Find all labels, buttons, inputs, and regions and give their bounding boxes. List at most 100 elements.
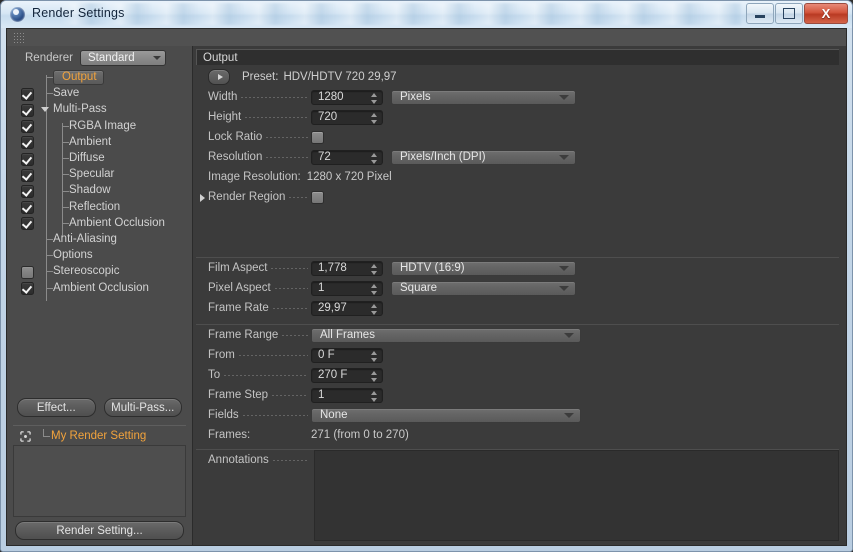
height-stepper[interactable] xyxy=(371,112,378,124)
from-stepper[interactable] xyxy=(371,350,378,362)
render-region-checkbox[interactable] xyxy=(311,190,324,204)
leader-dots xyxy=(237,354,308,356)
tree-item-checkbox[interactable] xyxy=(21,282,34,296)
pixel-aspect-input[interactable]: 1 xyxy=(311,280,383,296)
sidebar-item-save[interactable]: Save xyxy=(7,85,192,101)
output-group-resolution: Preset: HDV/HDTV 720 29,97 Width 1280 Pi… xyxy=(196,67,839,213)
frame-step-input[interactable]: 1 xyxy=(311,387,383,403)
chevron-down-icon xyxy=(559,94,569,100)
sidebar-item-anti-aliasing[interactable]: Anti-Aliasing xyxy=(7,231,192,247)
minimize-button[interactable] xyxy=(746,3,774,24)
tree-item-checkbox[interactable] xyxy=(21,217,34,231)
maximize-button[interactable] xyxy=(775,3,803,24)
panel-header: Output xyxy=(196,49,839,65)
width-unit-dropdown[interactable]: Pixels xyxy=(391,89,576,105)
resolution-unit-value: Pixels/Inch (DPI) xyxy=(400,151,486,163)
tree-item-checkbox[interactable] xyxy=(21,103,34,117)
sidebar-item-specular[interactable]: Specular xyxy=(7,166,192,182)
height-input[interactable]: 720 xyxy=(311,109,383,125)
tree-line-tick xyxy=(46,77,53,79)
resolution-stepper[interactable] xyxy=(371,152,378,164)
sidebar-item-label: Reflection xyxy=(69,200,121,213)
tree-item-checkbox[interactable] xyxy=(21,265,34,279)
sidebar-item-ambient-occlusion[interactable]: Ambient Occlusion xyxy=(7,215,192,231)
sidebar-item-stereoscopic[interactable]: Stereoscopic xyxy=(7,263,192,279)
sidebar-item-diffuse[interactable]: Diffuse xyxy=(7,150,192,166)
renderer-label: Renderer xyxy=(25,51,73,64)
frame-range-dropdown[interactable]: All Frames xyxy=(311,327,581,343)
to-input[interactable]: 270 F xyxy=(311,367,383,383)
renderer-dropdown[interactable]: Standard xyxy=(79,49,166,66)
tree-line-tick xyxy=(62,125,69,127)
expand-triangle-icon[interactable] xyxy=(200,194,205,202)
pixel-aspect-preset-dropdown[interactable]: Square xyxy=(391,280,576,296)
sidebar-item-reflection[interactable]: Reflection xyxy=(7,199,192,215)
render-settings-window: Render Settings X Renderer Standard Outp… xyxy=(0,0,853,552)
render-setting-button[interactable]: Render Setting... xyxy=(15,521,184,540)
pixel-aspect-stepper[interactable] xyxy=(371,283,378,295)
sidebar-item-output[interactable]: Output xyxy=(7,69,192,85)
width-input[interactable]: 1280 xyxy=(311,89,383,105)
sidebar-item-shadow[interactable]: Shadow xyxy=(7,182,192,198)
sidebar-item-rgba-image[interactable]: RGBA Image xyxy=(7,118,192,134)
preset-arrow-button[interactable] xyxy=(208,69,230,85)
resolution-unit-dropdown[interactable]: Pixels/Inch (DPI) xyxy=(391,149,576,165)
tree-item-checkbox[interactable] xyxy=(21,201,34,215)
width-stepper[interactable] xyxy=(371,92,378,104)
tree-line-tick xyxy=(62,141,69,143)
annotations-textarea[interactable] xyxy=(314,450,839,541)
tree-line-tick xyxy=(43,436,50,437)
tree-item-checkbox[interactable] xyxy=(21,87,34,101)
tree-item-checkbox[interactable] xyxy=(21,168,34,182)
multipass-button[interactable]: Multi-Pass... xyxy=(103,398,182,417)
effect-button[interactable]: Effect... xyxy=(17,398,96,417)
lock-ratio-label-wrap: Lock Ratio xyxy=(196,131,311,143)
pixel-aspect-label-wrap: Pixel Aspect xyxy=(196,282,311,294)
frame-rate-stepper[interactable] xyxy=(371,303,378,315)
to-stepper[interactable] xyxy=(371,370,378,382)
fields-dropdown[interactable]: None xyxy=(311,407,581,423)
disclosure-triangle-icon[interactable] xyxy=(41,107,49,113)
frame-rate-input[interactable]: 29,97 xyxy=(311,300,383,316)
film-aspect-stepper[interactable] xyxy=(371,263,378,275)
drag-grip-icon[interactable] xyxy=(13,32,26,43)
sidebar-item-options[interactable]: Options xyxy=(7,247,192,263)
leader-dots xyxy=(265,156,308,158)
width-value: 1280 xyxy=(318,91,344,103)
resolution-label-wrap: Resolution xyxy=(196,151,311,163)
chevron-down-icon xyxy=(564,332,574,338)
sidebar-item-ambient[interactable]: Ambient xyxy=(7,134,192,150)
from-input[interactable]: 0 F xyxy=(311,347,383,363)
resolution-value: 72 xyxy=(318,151,331,163)
pixel-aspect-preset-value: Square xyxy=(400,282,438,294)
settings-tree: Output Save Multi-Pass RGBA Image Ambient Dif… xyxy=(7,69,192,335)
tree-item-checkbox[interactable] xyxy=(21,120,34,134)
image-resolution-value: 1280 x 720 Pixel xyxy=(306,171,392,183)
sidebar-item-ambient-occlusion[interactable]: Ambient Occlusion xyxy=(7,279,192,296)
film-aspect-preset-dropdown[interactable]: HDTV (16:9) xyxy=(391,260,576,276)
sidebar-item-label: Ambient xyxy=(69,135,112,148)
titlebar-sheen xyxy=(61,3,741,25)
tree-item-checkbox[interactable] xyxy=(21,136,34,150)
film-aspect-row: Film Aspect 1,778 HDTV (16:9) xyxy=(196,258,839,278)
sidebar-item-label: Output xyxy=(53,69,104,85)
sidebar-item-label: Ambient Occlusion xyxy=(69,216,165,229)
from-row: From 0 F xyxy=(196,345,839,365)
frame-step-stepper[interactable] xyxy=(371,390,378,402)
close-button[interactable]: X xyxy=(804,3,848,24)
title-bar[interactable]: Render Settings X xyxy=(1,1,852,28)
my-render-setting-row[interactable]: My Render Setting xyxy=(7,428,192,444)
sidebar-item-multi-pass[interactable]: Multi-Pass xyxy=(7,101,192,117)
tree-line-tick xyxy=(46,93,53,95)
resolution-input[interactable]: 72 xyxy=(311,149,383,165)
film-aspect-input[interactable]: 1,778 xyxy=(311,260,383,276)
tree-item-checkbox[interactable] xyxy=(21,152,34,166)
lock-ratio-checkbox[interactable] xyxy=(311,130,324,144)
film-aspect-preset-value: HDTV (16:9) xyxy=(400,262,465,274)
pixel-aspect-label: Pixel Aspect xyxy=(208,282,271,294)
annotations-label: Annotations xyxy=(208,454,269,466)
tree-item-checkbox[interactable] xyxy=(21,184,34,198)
leader-dots xyxy=(240,96,308,98)
leader-dots xyxy=(288,196,308,198)
from-value: 0 F xyxy=(318,349,335,361)
